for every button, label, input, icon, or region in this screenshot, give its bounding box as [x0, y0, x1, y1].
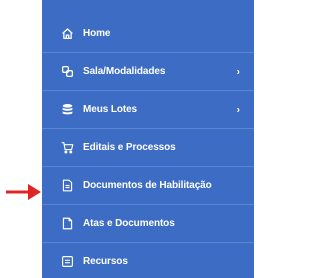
- sidebar-item-label: Atas e Documentos: [83, 218, 175, 229]
- cart-icon: [60, 141, 74, 155]
- sidebar-item-editais-processos[interactable]: Editais e Processos: [42, 129, 254, 167]
- sidebar-item-label: Documentos de Habilitação: [83, 180, 212, 191]
- sidebar-item-sala-modalidades[interactable]: Sala/Modalidades ›: [42, 53, 254, 91]
- sidebar-item-documentos-habilitacao[interactable]: Documentos de Habilitação: [42, 167, 254, 205]
- sidebar-item-recursos[interactable]: Recursos: [42, 243, 254, 278]
- home-icon: [60, 27, 74, 41]
- file-icon: [60, 217, 74, 231]
- document-icon: [60, 179, 74, 193]
- screenshot-stage: Home Sala/Modalidades › Meus Lotes › Edi…: [0, 0, 254, 278]
- database-icon: [60, 103, 74, 117]
- sidebar-item-label: Editais e Processos: [83, 142, 176, 153]
- link-icon: [60, 65, 74, 79]
- sidebar-item-meus-lotes[interactable]: Meus Lotes ›: [42, 91, 254, 129]
- red-pointer-arrow-icon: [6, 184, 41, 200]
- sidebar-menu: Home Sala/Modalidades › Meus Lotes › Edi…: [42, 0, 254, 278]
- chevron-right-icon[interactable]: ›: [237, 66, 240, 77]
- chevron-right-icon[interactable]: ›: [237, 104, 240, 115]
- sidebar-item-atas-documentos[interactable]: Atas e Documentos: [42, 205, 254, 243]
- sidebar-item-label: Recursos: [83, 256, 128, 267]
- sidebar-item-label: Meus Lotes: [83, 104, 138, 115]
- sidebar-item-home[interactable]: Home: [42, 15, 254, 53]
- sidebar-item-label: Home: [83, 28, 111, 39]
- list-icon: [60, 255, 74, 269]
- sidebar-item-label: Sala/Modalidades: [83, 66, 166, 77]
